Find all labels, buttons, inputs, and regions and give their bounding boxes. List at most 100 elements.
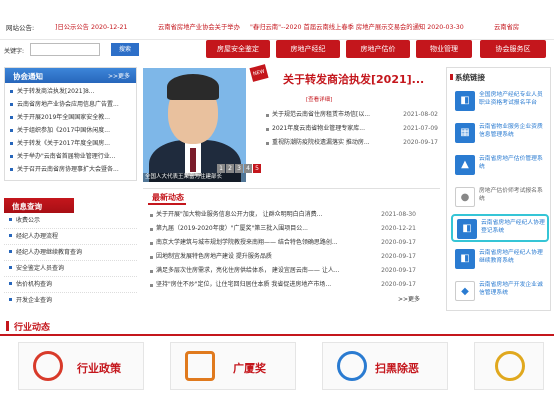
system-link-broker-education[interactable]: ◧ 云南省房地产经纪人协理继续教育系统 [451, 246, 549, 274]
system-link-appraiser-exam[interactable]: ● 房地产估价师考试报名系统 [451, 184, 549, 212]
feature-list: 关于规范云南省住房租赁市场信[以... 2021-08-02 2021年度云南省物… [262, 108, 440, 150]
list-item[interactable]: 经纪人办理继续教育查询 [4, 245, 137, 261]
system-link-label: 云南省房地产经纪人协理登记系统 [481, 220, 545, 234]
card-industry-policy[interactable]: 行业政策 [18, 342, 144, 390]
nav-property-mgmt[interactable]: 物业管理 [416, 40, 472, 58]
globe-icon [33, 351, 63, 381]
item-date: 2021-08-30 [381, 211, 416, 218]
list-item[interactable]: 安全鉴定人员查询 [4, 261, 137, 277]
search-input[interactable] [30, 43, 100, 56]
item-text: 第九届（2019-2020年度）"广厦奖"第三批入围项目公... [156, 225, 308, 232]
list-item[interactable]: 经纪人办理流程 [4, 229, 137, 245]
list-item[interactable]: 开发企业查询 [4, 293, 137, 309]
item-text: 南京大学建筑与城市规划学院教授来南翔—— 结合特色领确思路创... [156, 239, 338, 246]
list-item[interactable]: 第九届（2019-2020年度）"广厦奖"第三批入围项目公... 2020-12-… [146, 222, 418, 236]
keyword-label: 关键字: [4, 48, 25, 55]
system-link-property-qualification[interactable]: ▦ 云南省物业服务企业资质信息管理系统 [451, 120, 549, 148]
notice-title: 协会通知 [13, 72, 43, 81]
system-links-title: 系统链接 [455, 73, 485, 82]
card-label: 扫黑除恶 [375, 362, 419, 375]
item-date: 2021-08-02 [403, 111, 438, 118]
item-text: 满足多层次住房需求，亮化住房供给体系， 建设宜居云南—— 让人... [156, 267, 340, 274]
card-label: 广厦奖 [233, 362, 266, 375]
list-item[interactable]: 关于转发商洽执发[2021]8... [5, 85, 136, 98]
list-item[interactable]: 估价机构查询 [4, 277, 137, 293]
system-link-exam-signup[interactable]: ◧ 全国房地产经纪专业人员职业资格考试报名平台 [451, 88, 549, 116]
pager-page[interactable]: 1 [217, 164, 225, 173]
card-anti-crime[interactable]: 扫黑除恶 [322, 342, 448, 390]
list-item[interactable]: 坚持"房住不炒"定位，让住宅回归居住本质 我省促进房地产市场... 2020-09… [146, 278, 418, 292]
news-title: 最新动态 [152, 193, 184, 202]
item-text: 关于开展"加大物业服务信息公开力度， 让群众明明白白消费... [156, 211, 323, 218]
list-item[interactable]: 重视防潮防疫院校遗漏落实 推动房... 2020-09-17 [262, 136, 440, 150]
list-item[interactable]: 关于举办"云南省首届物业管理行业... [5, 150, 136, 163]
news-title-underline [148, 203, 186, 205]
list-item[interactable]: 收费公示 [4, 213, 137, 229]
ticker-item[interactable]: ]日公示公告 2020-12-21 [55, 22, 128, 31]
list-item[interactable]: 南京大学建筑与城市规划学院教授来南翔—— 结合特色领确思路创... 2020-09… [146, 236, 418, 250]
notice-panel: 协会通知 >>更多 关于转发商洽执发[2021]8... 云南省房地产业协会应用… [4, 67, 137, 181]
list-item[interactable]: 因地制宜发展特色房地产建设 提升服务品质 2020-09-17 [146, 250, 418, 264]
item-text: 2021年度云南省物业管理专家库... [272, 125, 365, 132]
notice-list: 关于转发商洽执发[2021]8... 云南省房地产业协会应用信息广告置... 关… [5, 85, 136, 176]
nav-brokerage[interactable]: 房地产经纪 [276, 40, 340, 58]
new-badge: NEW [249, 64, 269, 82]
item-date: 2021-07-09 [403, 125, 438, 132]
list-item[interactable]: 云南省房地产业协会应用信息广告置... [5, 98, 136, 111]
shield-icon [337, 351, 367, 381]
person-icon [495, 351, 525, 381]
info-panel: 信息查询 收费公示 经纪人办理流程 经纪人办理继续教育查询 安全鉴定人员查询 估… [4, 198, 137, 310]
item-text: 坚持"房住不炒"定位，让住宅回归居住本质 我省促进房地产市场... [156, 281, 332, 288]
list-item[interactable]: 关于开展"加大物业服务信息公开力度， 让群众明明白白消费... 2021-08-3… [146, 208, 418, 222]
list-item[interactable]: 关于组织参加《2017中国休闲度... [5, 124, 136, 137]
pager-page[interactable]: 2 [226, 164, 234, 173]
system-link-label: 全国房地产经纪专业人员职业资格考试报名平台 [479, 92, 543, 106]
feature-headline[interactable]: 关于转发商洽执发[2021]... [283, 71, 424, 87]
search-toolbar: 关键字: 搜索 房屋安全鉴定 房地产经纪 房地产估价 物业管理 协会服务区 [0, 40, 554, 60]
nav-appraisal[interactable]: 房地产估价 [346, 40, 410, 58]
pager-page[interactable]: 3 [235, 164, 243, 173]
id-card-icon: ◧ [457, 219, 477, 239]
card-extra[interactable] [474, 342, 544, 390]
search-button[interactable]: 搜索 [111, 43, 139, 56]
list-item[interactable]: 满足多层次住房需求，亮化住房供给体系， 建设宜居云南—— 让人... 2020-0… [146, 264, 418, 278]
id-card-icon: ◧ [455, 91, 475, 111]
system-link-developer-credit[interactable]: ◆ 云南省房地产开发企业诚信管理系统 [451, 278, 549, 306]
card-guangsha-award[interactable]: 广厦奖 [170, 342, 296, 390]
item-date: 2020-09-17 [381, 267, 416, 274]
item-date: 2020-09-17 [403, 139, 438, 146]
nav-service-area[interactable]: 协会服务区 [480, 40, 546, 58]
system-link-label: 云南省房地产经纪人协理继续教育系统 [479, 250, 543, 264]
news-list: 关于开展"加大物业服务信息公开力度， 让群众明明白白消费... 2021-08-3… [146, 208, 418, 292]
item-date: 2020-09-17 [381, 239, 416, 246]
pager-page[interactable]: 4 [244, 164, 252, 173]
system-link-appraisal-mgmt[interactable]: ▲ 云南省房地产估价管理系统 [451, 152, 549, 180]
building-icon: ▦ [455, 123, 475, 143]
nav-house-safety[interactable]: 房屋安全鉴定 [206, 40, 270, 58]
info-list: 收费公示 经纪人办理流程 经纪人办理继续教育查询 安全鉴定人员查询 估价机构查询… [4, 213, 137, 309]
chart-icon: ▲ [455, 155, 475, 175]
system-link-label: 云南省物业服务企业资质信息管理系统 [479, 124, 543, 138]
item-text: 关于规范云南省住房租赁市场信[以... [272, 111, 371, 118]
item-date: 2020-12-21 [381, 225, 416, 232]
industry-title: 行业动态 [14, 323, 51, 333]
feature-detail-link[interactable]: [查看详细] [306, 95, 332, 103]
news-more-link[interactable]: >>更多 [398, 294, 420, 303]
info-header: 信息查询 [4, 198, 74, 213]
notice-more-link[interactable]: >>更多 [108, 71, 130, 80]
carousel-pager: 12345 [216, 164, 261, 173]
pager-page-active[interactable]: 5 [253, 164, 261, 173]
list-item[interactable]: 2021年度云南省物业管理专家库... 2021-07-09 [262, 122, 440, 136]
industry-section-header: 行业动态 [0, 316, 554, 336]
notice-header: 协会通知 >>更多 [5, 68, 136, 83]
ticker-item[interactable]: "春归云南"--2020 首届云南线上春季 房地产展示交易会的通知 2020-0… [250, 22, 464, 31]
list-item[interactable]: 关于开展2019年全国国家安全教... [5, 111, 136, 124]
ticker-item[interactable]: 云南省房 [494, 22, 519, 31]
list-item[interactable]: 关于转发《关于2017年度全国房... [5, 137, 136, 150]
list-item[interactable]: 关于规范云南省住房租赁市场信[以... 2021-08-02 [262, 108, 440, 122]
item-date: 2020-09-17 [381, 253, 416, 260]
ticker-item[interactable]: 云南省房地产业协会关于举办 [158, 22, 240, 31]
section-bar [6, 321, 9, 331]
system-link-broker-registration[interactable]: ◧ 云南省房地产经纪人协理登记系统 [451, 214, 549, 242]
list-item[interactable]: 关于召开云南省房协理事扩大会暨各... [5, 163, 136, 176]
